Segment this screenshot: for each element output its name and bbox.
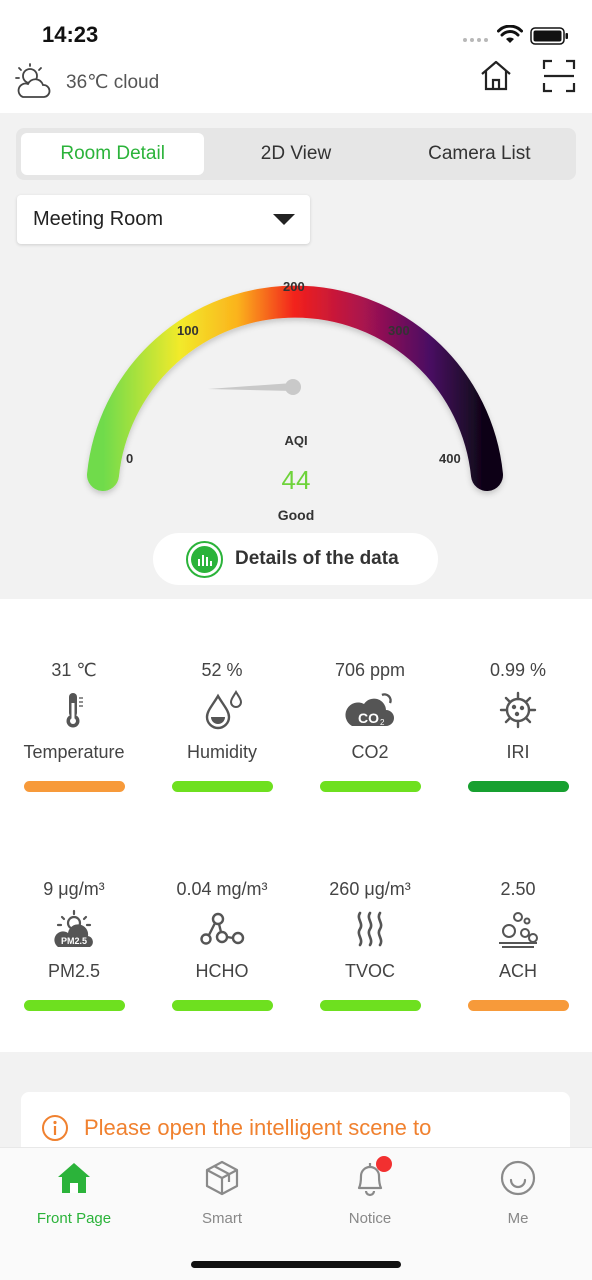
metric-temperature[interactable]: 31 ℃ Temperature <box>0 660 148 792</box>
tab-room-detail[interactable]: Room Detail <box>21 133 205 175</box>
droplet-icon <box>148 690 296 730</box>
metric-status-bar <box>467 1000 569 1011</box>
metric-hcho[interactable]: 0.04 mg/m³ HCHO <box>148 879 296 1011</box>
svg-text:CO: CO <box>358 710 379 726</box>
metric-iri[interactable]: 0.99 % IRI <box>444 660 592 792</box>
home-icon[interactable] <box>478 58 514 94</box>
tab-me[interactable]: Me <box>444 1156 592 1227</box>
gauge-tick-300: 300 <box>388 323 410 338</box>
metric-value: 706 ppm <box>334 660 406 680</box>
room-dropdown[interactable]: Meeting Room <box>17 195 310 244</box>
smiley-icon <box>444 1156 592 1200</box>
tab-label: Notice <box>348 1210 392 1227</box>
wifi-icon <box>497 25 523 43</box>
metric-pm25[interactable]: 9 μg/m³ PM2.5 PM2.5 <box>0 879 148 1011</box>
metric-status-bar <box>319 1000 421 1011</box>
gauge-tick-0: 0 <box>126 451 134 466</box>
metric-value: 52 % <box>201 660 243 680</box>
info-icon <box>42 1115 68 1141</box>
aqi-value: 44 <box>281 465 311 495</box>
notice-text: Please open the intelligent scene to <box>84 1115 432 1140</box>
tab-camera-list[interactable]: Camera List <box>388 133 571 175</box>
virus-icon <box>444 690 592 730</box>
metric-value: 260 μg/m³ <box>329 879 411 899</box>
status-bar: 14:23 <box>0 0 592 60</box>
gauge-tick-200: 200 <box>283 279 305 294</box>
metric-value: 0.99 % <box>489 660 547 680</box>
metric-label: PM2.5 <box>47 961 101 981</box>
gauge-tick-100: 100 <box>177 323 199 338</box>
partly-cloudy-icon <box>15 63 51 98</box>
tab-label: Smart <box>201 1210 242 1227</box>
top-bar: 36℃ cloud <box>0 58 592 114</box>
tab-label: Me <box>507 1210 529 1227</box>
status-time: 14:23 <box>42 22 99 47</box>
details-button-label: Details of the data <box>235 548 399 569</box>
vapor-waves-icon <box>296 909 444 949</box>
details-of-data-button[interactable]: Details of the data <box>153 533 438 585</box>
tab-notice[interactable]: Notice <box>296 1156 444 1227</box>
metric-status-bar <box>467 781 569 792</box>
metric-tvoc[interactable]: 260 μg/m³ TVOC <box>296 879 444 1011</box>
metric-label: Temperature <box>23 742 125 762</box>
metric-label: TVOC <box>344 961 395 981</box>
metric-label: ACH <box>498 961 537 981</box>
metric-label: HCHO <box>195 961 249 981</box>
metric-co2[interactable]: 706 ppm CO 2 CO2 <box>296 660 444 792</box>
tab-2d-view[interactable]: 2D View <box>204 133 387 175</box>
aqi-label: AQI <box>284 433 308 448</box>
svg-text:2: 2 <box>380 718 385 727</box>
cube-icon <box>148 1156 296 1200</box>
metric-humidity[interactable]: 52 % Humidity <box>148 660 296 792</box>
view-tabs: Room Detail 2D View Camera List <box>16 128 576 180</box>
metric-value: 2.50 <box>500 879 536 899</box>
room-detail-panel: Room Detail 2D View Camera List Meeting … <box>0 113 592 599</box>
tab-front-page[interactable]: Front Page <box>0 1156 148 1227</box>
home-filled-icon <box>0 1156 148 1200</box>
gauge-tick-400: 400 <box>439 451 461 466</box>
metric-status-bar <box>23 1000 125 1011</box>
metric-status-bar <box>171 1000 273 1011</box>
molecule-icon <box>148 909 296 949</box>
metric-status-bar <box>171 781 273 792</box>
aqi-status: Good <box>277 507 315 523</box>
home-indicator[interactable] <box>191 1261 401 1268</box>
room-dropdown-value: Meeting Room <box>33 208 164 230</box>
tab-smart[interactable]: Smart <box>148 1156 296 1227</box>
caret-down-icon <box>273 214 295 225</box>
co2-cloud-icon: CO 2 <box>296 690 444 730</box>
svg-text:PM2.5: PM2.5 <box>61 936 87 946</box>
weather-text: 36℃ cloud <box>66 72 160 93</box>
thermometer-icon <box>0 690 148 730</box>
bell-icon <box>296 1156 444 1200</box>
scan-icon[interactable] <box>541 58 577 94</box>
bar-chart-icon <box>186 540 223 578</box>
metric-label: IRI <box>506 742 530 762</box>
metric-label: Humidity <box>186 742 257 762</box>
metric-status-bar <box>319 781 421 792</box>
notification-badge <box>376 1156 392 1172</box>
notice-section: Please open the intelligent scene to <box>0 1052 592 1162</box>
tab-label: Front Page <box>36 1210 112 1227</box>
battery-icon <box>530 27 568 45</box>
metric-value: 0.04 mg/m³ <box>176 879 268 899</box>
pm25-icon: PM2.5 <box>0 909 148 949</box>
metric-status-bar <box>23 781 125 792</box>
air-change-icon <box>444 909 592 949</box>
metric-ach[interactable]: 2.50 ACH <box>444 879 592 1011</box>
cellular-signal-icon <box>463 38 488 42</box>
bottom-tab-bar: Front Page Smart Notice Me <box>0 1147 592 1280</box>
metric-label: CO2 <box>351 742 389 762</box>
metric-value: 9 μg/m³ <box>43 879 105 899</box>
metric-value: 31 ℃ <box>51 660 97 680</box>
